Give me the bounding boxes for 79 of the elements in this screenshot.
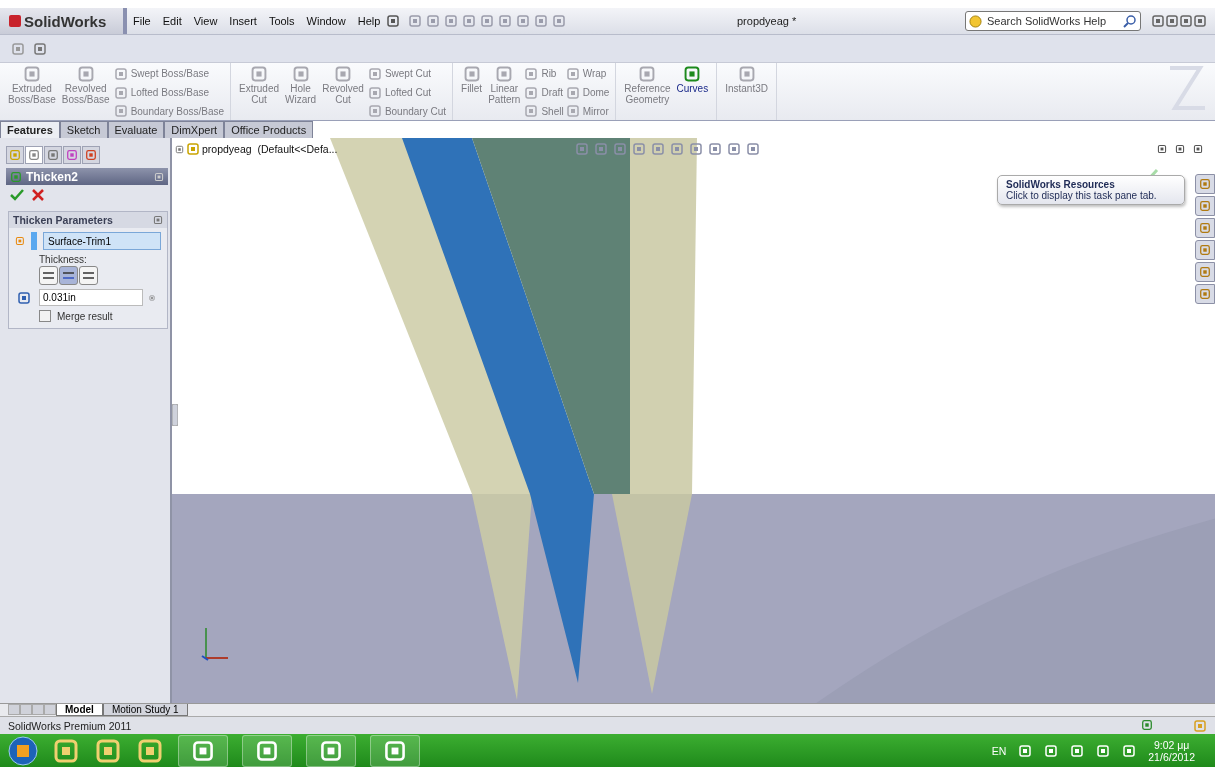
logo-icon: [8, 14, 22, 28]
feature-icon: [250, 65, 269, 83]
feature-icon: [367, 66, 382, 81]
panel-collapse-handle-icon[interactable]: [172, 404, 178, 426]
command-tab[interactable]: Office Products: [224, 121, 314, 138]
property-manager-header: Thicken2: [6, 168, 168, 185]
face-selection-field[interactable]: Surface-Trim1: [43, 232, 161, 250]
checkmark-icon[interactable]: [10, 189, 24, 201]
property-manager-tab[interactable]: [25, 146, 43, 164]
ribbon-button[interactable]: Curves: [674, 65, 711, 120]
task-pane-tab[interactable]: [1195, 284, 1215, 304]
feature-icon: [524, 66, 539, 81]
feature-tree-tab[interactable]: [6, 146, 24, 164]
command-tab[interactable]: Evaluate: [107, 121, 165, 138]
language-indicator[interactable]: EN: [991, 744, 1007, 757]
merge-result-checkbox[interactable]: [39, 310, 51, 322]
menu-item[interactable]: Edit: [156, 15, 188, 27]
model-tab[interactable]: Motion Study 1: [102, 704, 188, 716]
tooltip: SolidWorks Resources Click to display this task pane tab.: [997, 175, 1185, 205]
document-title: propdyeag *: [736, 15, 798, 27]
thickness-label: Thickness:: [39, 254, 87, 265]
thickness-side-icon: [42, 270, 55, 281]
clock[interactable]: 9:02 μμ 21/6/2012: [1148, 738, 1195, 763]
feature-icon: [495, 65, 514, 83]
menu-item[interactable]: Insert: [223, 15, 263, 27]
feature-icon: [565, 85, 580, 100]
taskbar-button[interactable]: [370, 734, 420, 767]
feature-icon: [76, 65, 95, 83]
feature-icon: [737, 65, 756, 83]
dimxpert-tab[interactable]: [63, 146, 81, 164]
feature-icon: [113, 104, 128, 119]
app-logo: SolidWorks: [0, 8, 127, 34]
feature-icon: [565, 104, 580, 119]
thickness-side-icon: [62, 270, 75, 281]
taskbar-button[interactable]: [306, 734, 356, 767]
feature-icon: [367, 85, 382, 100]
command-tab[interactable]: DimXpert: [164, 121, 225, 138]
feature-icon: [565, 66, 580, 81]
thickness-side-icon: [82, 270, 95, 281]
feature-icon: [524, 104, 539, 119]
feature-icon: [524, 85, 539, 100]
feature-icon: [683, 65, 702, 83]
feature-icon: [462, 65, 481, 83]
taskbar-button[interactable]: [178, 734, 228, 767]
section-header[interactable]: Thicken Parameters: [9, 212, 167, 228]
thickness-field[interactable]: 0.031in: [39, 289, 143, 306]
feature-icon: [367, 104, 382, 119]
feature-icon: [113, 66, 128, 81]
status-text: SolidWorks Premium 2011: [8, 719, 132, 732]
display-tab[interactable]: [82, 146, 100, 164]
merge-result-label: Merge result: [57, 310, 113, 322]
search-field[interactable]: Search SolidWorks Help: [965, 11, 1141, 31]
menu-item[interactable]: Help: [351, 15, 387, 27]
command-tab[interactable]: Features: [0, 121, 60, 138]
model-tab[interactable]: Model: [56, 704, 103, 716]
tree-item[interactable]: propdyeag (Default<<Defa...: [202, 143, 338, 155]
task-pane-tab[interactable]: [1195, 218, 1215, 238]
thicken-side-button[interactable]: [39, 266, 58, 285]
task-pane-tab[interactable]: [1195, 196, 1215, 216]
task-pane-tab[interactable]: [1195, 174, 1215, 194]
feature-icon: [334, 65, 352, 83]
feature-icon: [291, 65, 310, 83]
menu-item[interactable]: Tools: [262, 15, 301, 27]
thicken-side-button[interactable]: [79, 266, 98, 285]
task-pane-tab[interactable]: [1195, 240, 1215, 260]
thicken-side-button[interactable]: [59, 266, 78, 285]
task-pane-tab[interactable]: [1195, 262, 1215, 282]
feature-icon: [113, 85, 128, 100]
taskbar-button[interactable]: [242, 734, 292, 767]
start-button-icon[interactable]: [8, 735, 38, 766]
menu-item[interactable]: Window: [300, 15, 352, 27]
color-swatch: [30, 232, 37, 250]
search-icon[interactable]: [1123, 14, 1137, 28]
configuration-tab[interactable]: [44, 146, 62, 164]
menu-item[interactable]: File: [127, 15, 157, 27]
menu-item[interactable]: View: [187, 15, 224, 27]
feature-icon: [638, 65, 657, 83]
feature-icon: [22, 65, 41, 83]
command-tab[interactable]: Sketch: [59, 121, 108, 138]
